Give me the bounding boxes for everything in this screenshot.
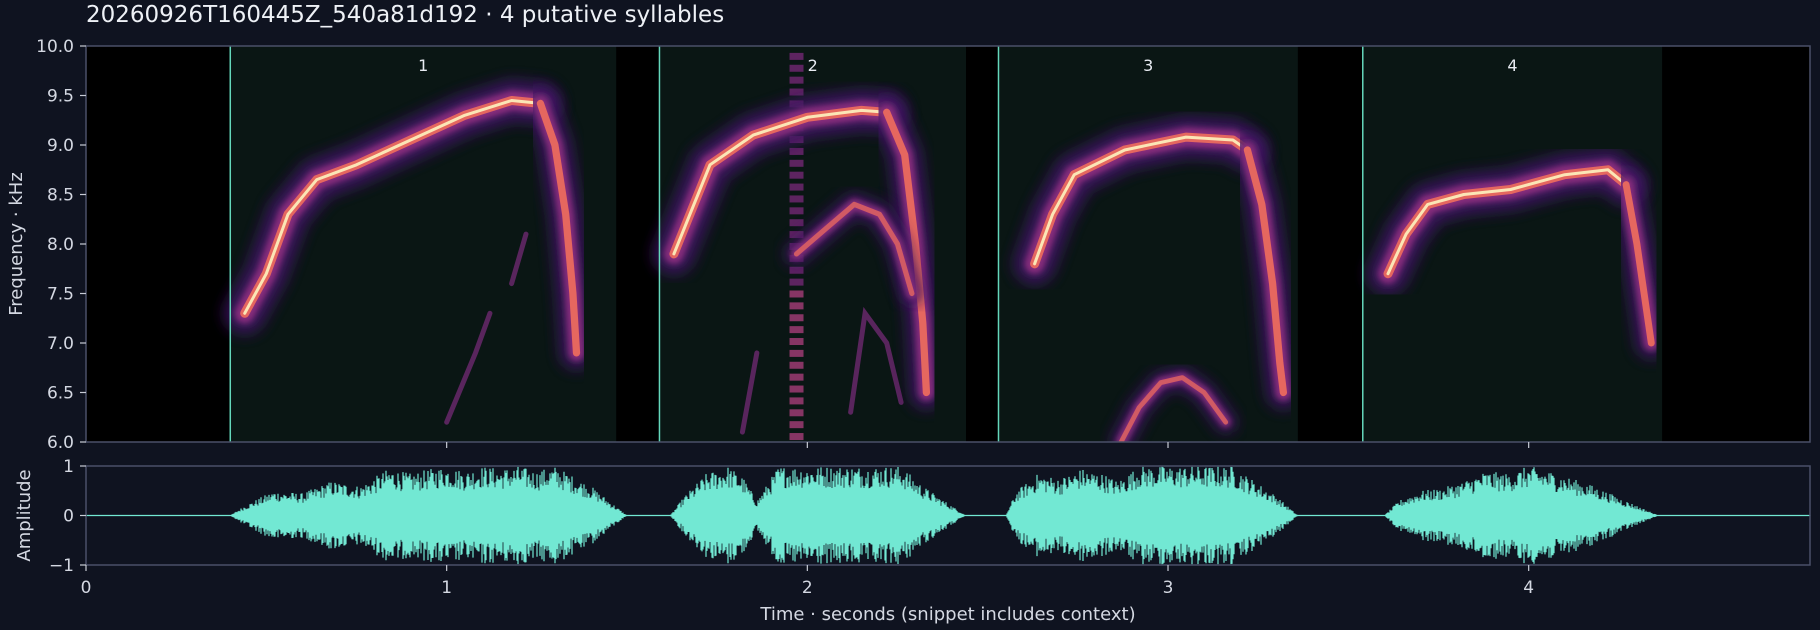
- noise-streak-dot: [789, 76, 804, 84]
- noise-streak-dot: [789, 361, 804, 369]
- noise-streak-dot: [789, 64, 804, 72]
- spectrogram-ytick-label: 9.5: [47, 87, 74, 107]
- noise-streak-dot: [789, 207, 804, 215]
- waveform-xlabel: Time · seconds (snippet includes context…: [759, 604, 1135, 625]
- chart-svg: 1 2 3 4 6.0 6.5 7.0 7.5 8.0 8.5 9.0 9.5 10.0 Frequenc…: [6, 37, 1811, 625]
- spectrogram-ytick-label: 6.5: [47, 384, 74, 404]
- spectrogram-ytick-label: 7.5: [47, 285, 74, 305]
- syllable-label-3: 3: [1143, 56, 1153, 75]
- waveform-ytick-label: 0: [63, 507, 74, 527]
- noise-streak-dot: [789, 385, 804, 393]
- noise-streak-dot: [789, 349, 804, 357]
- noise-streak-dot: [789, 147, 804, 155]
- spectrogram-ytick-label: 6.0: [47, 433, 74, 453]
- syllable-label-1: 1: [418, 56, 428, 75]
- noise-streak-dot: [789, 397, 804, 405]
- noise-streak-dot: [789, 52, 804, 60]
- noise-streak-dot: [789, 183, 804, 191]
- noise-streak-dot: [789, 302, 804, 310]
- noise-streak-dot: [789, 195, 804, 203]
- spectrogram-ytick-label: 10.0: [36, 37, 74, 57]
- noise-streak-dot: [789, 373, 804, 381]
- noise-streak-dot: [789, 338, 804, 346]
- spectrogram-plot: [223, 46, 1668, 442]
- noise-streak-dot: [789, 278, 804, 286]
- noise-streak-dot: [789, 171, 804, 179]
- noise-streak-dot: [789, 219, 804, 227]
- noise-streak-dot: [789, 88, 804, 96]
- noise-streak-dot: [789, 266, 804, 274]
- noise-streak-dot: [789, 326, 804, 334]
- waveform-ylabel: Amplitude: [14, 469, 35, 561]
- waveform-ytick-label: −1: [49, 556, 74, 576]
- waveform-xtick-label: 3: [1163, 578, 1174, 598]
- spectrogram-ytick-label: 7.0: [47, 334, 74, 354]
- noise-streak-dot: [789, 409, 804, 417]
- waveform-xtick-label: 4: [1523, 578, 1534, 598]
- waveform-ytick-label: 1: [63, 457, 74, 477]
- spectrogram-ylabel: Frequency · kHz: [6, 172, 27, 316]
- waveform-xtick-label: 0: [81, 578, 92, 598]
- syllable-label-2: 2: [808, 56, 818, 75]
- spectrogram-ytick-label: 9.0: [47, 136, 74, 156]
- syllable-label-4: 4: [1507, 56, 1517, 75]
- waveform-xtick-label: 1: [441, 578, 452, 598]
- waveform-xtick-label: 2: [802, 578, 813, 598]
- spectrogram-ytick-label: 8.0: [47, 235, 74, 255]
- spectrogram-ytick-label: 8.5: [47, 186, 74, 206]
- noise-streak-dot: [789, 314, 804, 322]
- noise-streak-dot: [789, 290, 804, 298]
- noise-streak-dot: [789, 421, 804, 429]
- noise-streak-dot: [789, 433, 804, 441]
- noise-streak-dot: [789, 159, 804, 167]
